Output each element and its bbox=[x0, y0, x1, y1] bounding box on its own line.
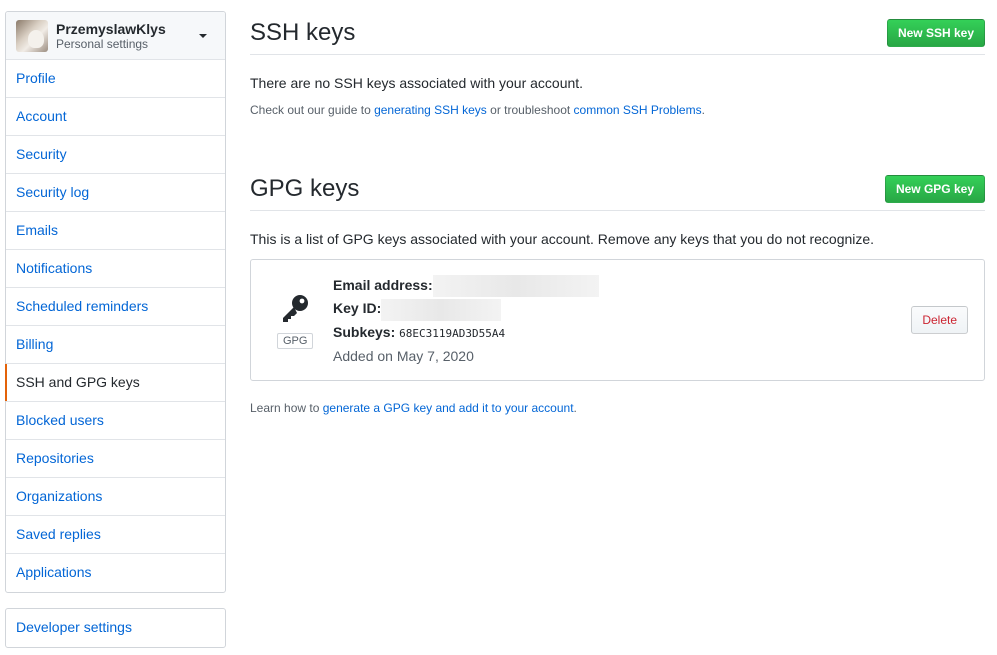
sidebar-item-account[interactable]: Account bbox=[6, 98, 225, 136]
sidebar-item-emails[interactable]: Emails bbox=[6, 212, 225, 250]
subkeys-label: Subkeys: bbox=[333, 323, 396, 340]
gpg-footer-prefix: Learn how to bbox=[250, 401, 323, 415]
user-subtitle: Personal settings bbox=[56, 36, 149, 51]
gpg-badge: GPG bbox=[277, 333, 314, 349]
gpg-description: This is a list of GPG keys associated wi… bbox=[250, 231, 875, 247]
subkeys-value: 68EC3119AD3D55A4 bbox=[399, 326, 506, 340]
added-date: Added on May 7, 2020 bbox=[333, 347, 474, 364]
main-content: SSH keys New SSH key There are no SSH ke… bbox=[250, 11, 985, 427]
new-gpg-key-button[interactable]: New GPG key bbox=[884, 174, 985, 203]
gpg-key-item: GPG Email address: Key ID: Subkeys: 68EC… bbox=[250, 259, 985, 381]
new-ssh-key-button[interactable]: New SSH key bbox=[886, 18, 985, 47]
sidebar-item-repositories[interactable]: Repositories bbox=[6, 440, 225, 478]
sidebar-item-blocked-users[interactable]: Blocked users bbox=[6, 402, 225, 440]
account-switcher[interactable]: PrzemyslawKlys Personal settings bbox=[6, 12, 225, 60]
gpg-title: GPG keys bbox=[250, 174, 360, 202]
generate-gpg-key-link[interactable]: generate a GPG key and add it to your ac… bbox=[323, 401, 574, 415]
user-info: PrzemyslawKlys Personal settings bbox=[56, 21, 166, 51]
keyid-row: Key ID: bbox=[333, 297, 599, 321]
sidebar-item-saved-replies[interactable]: Saved replies bbox=[6, 516, 225, 554]
sidebar-item-notifications[interactable]: Notifications bbox=[6, 250, 225, 288]
keyid-label: Key ID: bbox=[333, 300, 382, 317]
sidebar-item-organizations[interactable]: Organizations bbox=[6, 478, 225, 516]
ssh-guide-middle: or troubleshoot bbox=[486, 103, 574, 117]
developer-menu: Developer settings bbox=[5, 608, 226, 648]
gpg-keys-section: GPG keys New GPG key This is a list of G… bbox=[250, 167, 985, 415]
generating-ssh-keys-link[interactable]: generating SSH keys bbox=[374, 103, 487, 117]
redacted-keyid bbox=[381, 298, 502, 321]
sidebar-item-billing[interactable]: Billing bbox=[6, 326, 225, 364]
delete-gpg-key-button[interactable]: Delete bbox=[911, 306, 968, 334]
gpg-subhead: GPG keys New GPG key bbox=[250, 167, 985, 211]
avatar bbox=[16, 19, 48, 52]
common-ssh-problems-link[interactable]: common SSH Problems bbox=[574, 103, 702, 117]
ssh-guide-prefix: Check out our guide to bbox=[250, 103, 375, 117]
key-details: Email address: Key ID: Subkeys: 68EC3119… bbox=[333, 274, 599, 367]
gpg-footer-suffix: . bbox=[573, 401, 577, 415]
sidebar-item-security-log[interactable]: Security log bbox=[6, 174, 225, 212]
ssh-guide-suffix: . bbox=[701, 103, 705, 117]
ssh-guide-note: Check out our guide to generating SSH ke… bbox=[250, 103, 985, 117]
ssh-empty-message: There are no SSH keys associated with yo… bbox=[250, 75, 584, 91]
settings-sidebar: PrzemyslawKlys Personal settings Profile… bbox=[5, 11, 226, 648]
sidebar-item-profile[interactable]: Profile bbox=[6, 60, 225, 98]
sidebar-item-scheduled-reminders[interactable]: Scheduled reminders bbox=[6, 288, 225, 326]
sidebar-item-ssh-gpg-keys[interactable]: SSH and GPG keys bbox=[5, 364, 225, 402]
gpg-footnote: Learn how to generate a GPG key and add … bbox=[250, 401, 985, 415]
caret-down-icon[interactable] bbox=[199, 34, 207, 38]
key-icon bbox=[283, 295, 308, 322]
settings-menu: PrzemyslawKlys Personal settings Profile… bbox=[5, 11, 226, 593]
email-label: Email address: bbox=[333, 277, 433, 293]
ssh-keys-section: SSH keys New SSH key There are no SSH ke… bbox=[250, 11, 985, 117]
user-name: PrzemyslawKlys bbox=[56, 20, 166, 37]
redacted-email bbox=[432, 275, 599, 298]
ssh-subhead: SSH keys New SSH key bbox=[250, 11, 985, 55]
email-row: Email address: bbox=[333, 274, 599, 298]
key-icon-wrap: GPG bbox=[277, 292, 314, 349]
sidebar-item-security[interactable]: Security bbox=[6, 136, 225, 174]
ssh-title: SSH keys bbox=[250, 18, 356, 46]
sidebar-item-applications[interactable]: Applications bbox=[6, 554, 225, 592]
subkeys-row: Subkeys: 68EC3119AD3D55A4 bbox=[333, 321, 599, 345]
sidebar-item-developer-settings[interactable]: Developer settings bbox=[6, 609, 225, 647]
